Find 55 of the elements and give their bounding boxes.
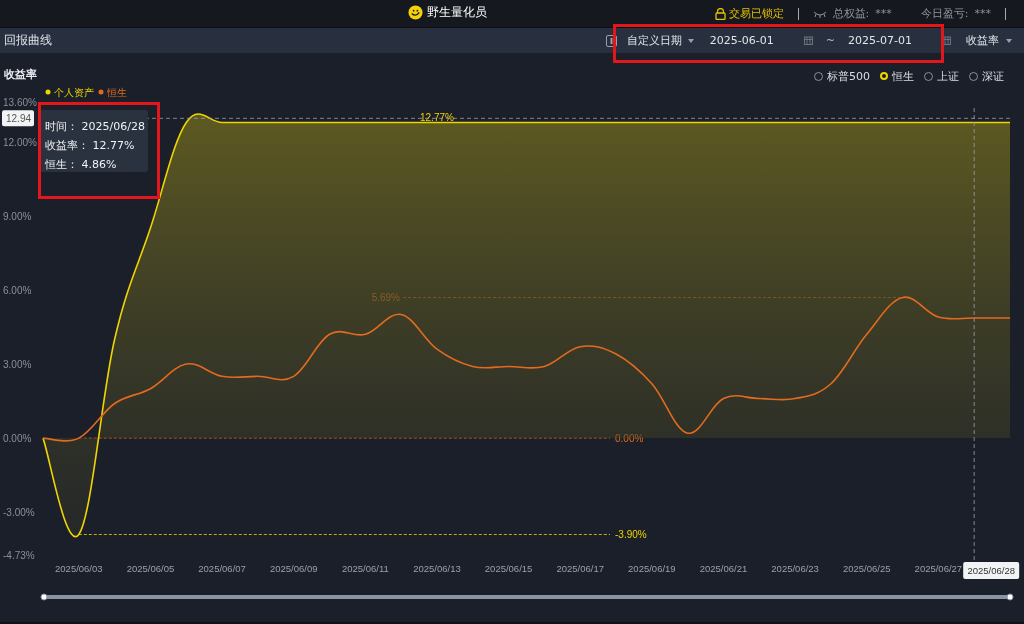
- y-axis-label: 13.60%: [3, 97, 37, 108]
- benchmark-radio[interactable]: 上证: [924, 68, 959, 84]
- y-axis-label: -4.73%: [3, 550, 35, 561]
- tooltip-text: 时间： 2025/06/28: [45, 119, 143, 135]
- benchmark-radio[interactable]: 标普500: [814, 68, 870, 84]
- start-date-field[interactable]: 2025-06-01: [709, 34, 792, 47]
- mark-line-label: 12.77%: [420, 111, 454, 123]
- x-axis-label: 2025/06/25: [842, 563, 891, 574]
- logo-icon: [408, 5, 423, 20]
- app-title: 野生量化员: [427, 4, 487, 21]
- y-axis-label: 3.00%: [3, 358, 32, 370]
- x-axis-label: 2025/06/09: [269, 563, 318, 574]
- total-equity-value: ***: [875, 7, 892, 20]
- x-axis-label: 2025/06/07: [198, 563, 246, 574]
- x-axis-label: 2025/06/13: [413, 563, 461, 574]
- chart-title: 收益率: [4, 66, 37, 82]
- eye-closed-icon[interactable]: [812, 9, 827, 18]
- lock-status[interactable]: 交易已锁定: [728, 6, 784, 21]
- x-axis-label: 2025/06/27: [914, 563, 963, 574]
- zoom-slider-track[interactable]: [44, 595, 1010, 599]
- benchmark-radio[interactable]: 深证: [969, 68, 1004, 84]
- y-axis-label: 9.00%: [3, 210, 32, 222]
- total-equity-label: 总权益:: [832, 6, 870, 21]
- mark-line-label: -3.90%: [615, 529, 647, 540]
- end-date-field[interactable]: 2025-07-01: [848, 34, 930, 47]
- y-axis-label: 12.00%: [3, 136, 37, 148]
- range-separator: ~: [825, 34, 835, 47]
- x-axis-label: 2025/06/19: [628, 563, 676, 574]
- axis-pointer-label: 12.94: [2, 110, 34, 127]
- mark-line-label: 0.00%: [615, 432, 644, 444]
- x-axis-label: 2025/06/15: [484, 563, 533, 574]
- legend-label[interactable]: 恒生: [107, 86, 127, 98]
- today-pnl-value: ***: [974, 7, 991, 20]
- metric-dropdown[interactable]: 收益率: [966, 33, 1012, 48]
- slider-handle[interactable]: [1006, 593, 1014, 601]
- mark-line-label: 5.69%: [371, 292, 400, 303]
- y-axis-label: 0.00%: [3, 433, 32, 445]
- slider-handle[interactable]: [40, 593, 48, 601]
- legend-label[interactable]: 个人资产: [54, 86, 94, 98]
- tooltip-text: 收益率： 12.77%: [45, 138, 136, 154]
- date-mode-dropdown[interactable]: 自定义日期: [626, 33, 694, 48]
- x-axis-label: 2025/06/17: [556, 563, 604, 574]
- x-axis-label: 2025/06/05: [126, 563, 175, 574]
- x-axis-label: 2025/06/03: [55, 563, 103, 574]
- y-axis-label: 6.00%: [3, 284, 32, 296]
- x-axis-label: 2025/06/23: [771, 563, 819, 574]
- tooltip-text: 恒生： 4.86%: [45, 157, 118, 173]
- y-axis-label: -3.00%: [3, 507, 35, 519]
- panel-title: 回报曲线: [4, 32, 52, 49]
- lock-icon: [714, 7, 726, 20]
- x-axis-label: 2025/06/21: [699, 563, 748, 574]
- x-axis-label: 2025/06/11: [341, 563, 389, 574]
- benchmark-radio[interactable]: 恒生: [880, 68, 914, 84]
- today-pnl-label: 今日盈亏:: [920, 6, 969, 21]
- axis-pointer-label: 2025/06/28: [963, 562, 1020, 579]
